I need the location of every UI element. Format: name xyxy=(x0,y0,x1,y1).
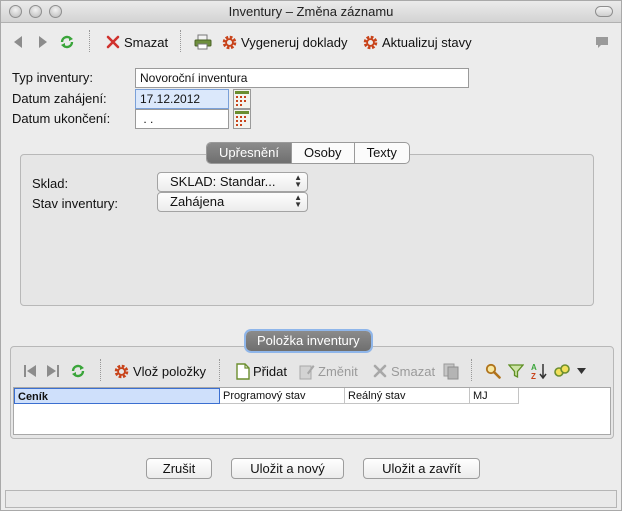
previous-record-button[interactable] xyxy=(12,31,24,53)
edit-item-label: Změnit xyxy=(318,363,358,379)
delete-icon xyxy=(373,364,387,378)
skip-first-icon xyxy=(24,365,36,377)
delete-button[interactable]: Smazat xyxy=(105,31,168,53)
start-date-input[interactable]: 17.12.2012 xyxy=(135,89,229,109)
items-first-button[interactable] xyxy=(23,360,37,382)
generate-documents-label: Vygeneruj doklady xyxy=(241,34,348,50)
svg-text:A: A xyxy=(531,363,537,372)
gear-icon xyxy=(363,35,378,49)
items-table[interactable]: Ceník Programový stav Reálný stav MJ xyxy=(13,387,611,435)
update-status-button[interactable]: Aktualizuj stavy xyxy=(362,31,472,53)
copy-icon xyxy=(443,363,459,379)
copy-item-button[interactable] xyxy=(443,360,459,382)
tab-texts[interactable]: Texty xyxy=(355,143,409,163)
edit-item-button[interactable]: Změnit xyxy=(299,360,358,382)
updown-arrows-icon: ▲ ▼ xyxy=(294,193,302,209)
title-bar: Inventury – Změna záznamu xyxy=(1,1,621,23)
search-icon xyxy=(485,363,501,379)
warehouse-select[interactable]: SKLAD: Standar... ▲ ▼ xyxy=(157,172,308,192)
printer-icon xyxy=(194,34,212,50)
items-refresh-button[interactable] xyxy=(69,360,87,382)
update-status-label: Aktualizuj stavy xyxy=(382,34,472,50)
items-last-button[interactable] xyxy=(46,360,60,382)
delete-item-label: Smazat xyxy=(391,363,436,379)
add-item-button[interactable]: Přidat xyxy=(236,360,287,382)
gear-icon xyxy=(222,35,237,49)
print-button[interactable] xyxy=(194,31,212,53)
search-button[interactable] xyxy=(485,360,501,382)
items-section-title: Položka inventury xyxy=(246,331,371,351)
generate-documents-button[interactable]: Vygeneruj doklady xyxy=(221,31,347,53)
start-date-label: Datum zahájení: xyxy=(12,91,107,106)
skip-last-icon xyxy=(47,365,59,377)
filter-button[interactable] xyxy=(508,360,524,382)
window-title: Inventury – Změna záznamu xyxy=(228,4,394,19)
type-input[interactable]: Novoroční inventura xyxy=(135,68,469,88)
status-select[interactable]: Zahájena ▲ ▼ xyxy=(157,192,308,212)
tab-details[interactable]: Upřesnění xyxy=(207,143,292,163)
delete-label: Smazat xyxy=(124,34,169,50)
column-header-pricelist[interactable]: Ceník xyxy=(14,388,220,404)
arrow-left-icon xyxy=(14,36,22,48)
toolbar-toggle-button[interactable] xyxy=(595,6,613,17)
cancel-button[interactable]: Zrušit xyxy=(146,458,212,479)
end-date-input[interactable]: . . xyxy=(135,109,229,129)
toolbar-separator xyxy=(471,359,472,381)
minimize-window-button[interactable] xyxy=(29,5,42,18)
column-header-unit[interactable]: MJ xyxy=(470,388,519,404)
end-date-label: Datum ukončení: xyxy=(12,111,111,126)
status-label: Stav inventury: xyxy=(32,196,118,211)
filter-icon xyxy=(508,364,524,379)
display-options-button[interactable] xyxy=(554,360,586,382)
tab-bar: Upřesnění Osoby Texty xyxy=(206,142,410,164)
updown-arrows-icon: ▲ ▼ xyxy=(294,173,302,189)
status-bar xyxy=(5,490,617,508)
insert-items-button[interactable]: Vlož položky xyxy=(113,360,206,382)
end-date-calendar-button[interactable] xyxy=(233,109,251,129)
column-header-real-stock[interactable]: Reálný stav xyxy=(345,388,470,404)
save-and-new-button[interactable]: Uložit a nový xyxy=(231,458,344,479)
insert-items-label: Vlož položky xyxy=(133,363,206,379)
comment-button[interactable] xyxy=(595,31,609,53)
calendar-icon xyxy=(233,89,251,109)
delete-icon xyxy=(106,35,120,49)
toolbar-separator xyxy=(180,30,181,52)
warehouse-label: Sklad: xyxy=(32,176,69,191)
zoom-window-button[interactable] xyxy=(49,5,62,18)
app-window: Inventury – Změna záznamu Smazat Vygener… xyxy=(0,0,622,511)
save-and-close-button[interactable]: Uložit a zavřít xyxy=(363,458,480,479)
refresh-icon xyxy=(71,364,85,378)
toolbar-separator xyxy=(100,359,101,381)
type-label: Typ inventury: xyxy=(12,70,93,85)
refresh-button[interactable] xyxy=(58,31,76,53)
warehouse-value: SKLAD: Standar... xyxy=(170,174,276,189)
refresh-icon xyxy=(60,35,74,49)
calendar-icon xyxy=(233,109,251,129)
next-record-button[interactable] xyxy=(37,31,49,53)
chevron-down-icon xyxy=(577,368,586,374)
glasses-icon xyxy=(554,364,570,377)
toolbar-separator xyxy=(219,359,220,381)
tab-persons[interactable]: Osoby xyxy=(292,143,355,163)
new-document-icon xyxy=(236,362,250,380)
sort-button[interactable]: A Z xyxy=(530,360,548,382)
close-window-button[interactable] xyxy=(9,5,22,18)
start-date-calendar-button[interactable] xyxy=(233,89,251,109)
main-toolbar: Smazat Vygeneruj doklady Aktualizuj stav… xyxy=(1,24,621,60)
toolbar-separator xyxy=(89,30,90,52)
edit-document-icon xyxy=(299,364,315,379)
column-header-program-stock[interactable]: Programový stav xyxy=(220,388,345,404)
delete-item-button[interactable]: Smazat xyxy=(372,360,435,382)
sort-icon: A Z xyxy=(531,363,547,380)
add-item-label: Přidat xyxy=(253,363,287,379)
speech-bubble-icon xyxy=(596,37,608,48)
status-value: Zahájena xyxy=(170,194,225,209)
arrow-right-icon xyxy=(39,36,47,48)
svg-text:Z: Z xyxy=(531,372,536,380)
gear-icon xyxy=(114,364,129,378)
